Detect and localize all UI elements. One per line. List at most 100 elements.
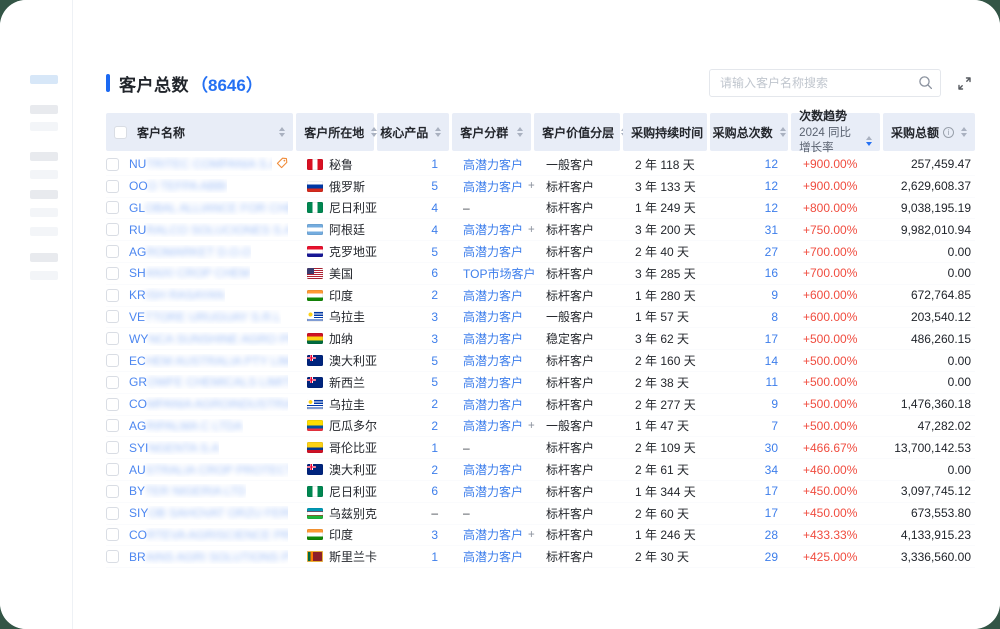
core-products-count[interactable]: 6 [431, 484, 438, 498]
customer-name-link[interactable]: SYINGENTA S.A [129, 441, 219, 455]
row-checkbox[interactable] [106, 550, 119, 563]
customer-name-link[interactable]: BYTER NIGERIA LTD [129, 484, 246, 498]
purchase-count[interactable]: 27 [714, 241, 792, 262]
search-input[interactable] [709, 69, 941, 97]
purchase-count[interactable]: 34 [714, 459, 792, 480]
row-checkbox[interactable] [106, 441, 119, 454]
row-checkbox[interactable] [106, 485, 119, 498]
core-products-count[interactable]: 5 [431, 375, 438, 389]
select-all-checkbox[interactable] [114, 126, 127, 139]
customer-name-link[interactable]: ECHEM AUSTRALIA PTY LIMITED [129, 354, 288, 368]
segment-link[interactable]: – [463, 201, 470, 215]
row-checkbox[interactable] [106, 267, 119, 280]
segment-link[interactable]: – [463, 441, 470, 455]
row-checkbox[interactable] [106, 528, 119, 541]
column-header-segment[interactable]: 客户分群 [452, 113, 531, 151]
segment-link[interactable]: 高潜力客户 [463, 374, 523, 391]
purchase-count[interactable]: 9 [714, 285, 792, 306]
customer-name-link[interactable]: SHANXI CROP CHEM [129, 266, 250, 280]
segment-link[interactable]: – [463, 506, 470, 520]
core-products-count[interactable]: 1 [431, 550, 438, 564]
row-checkbox[interactable] [106, 245, 119, 258]
row-checkbox[interactable] [106, 419, 119, 432]
segment-link[interactable]: 高潜力客户 [463, 417, 523, 434]
core-products-count[interactable]: 4 [431, 201, 438, 215]
core-products-count[interactable]: 1 [431, 157, 438, 171]
purchase-count[interactable]: 30 [714, 437, 792, 458]
row-checkbox[interactable] [106, 354, 119, 367]
purchase-count[interactable]: 12 [714, 176, 792, 197]
customer-name-link[interactable]: GLOBAL ALLIANCE FOR CHEMICA... [129, 201, 288, 215]
sidebar-skeleton-item[interactable] [30, 170, 58, 179]
purchase-count[interactable]: 16 [714, 263, 792, 284]
row-checkbox[interactable] [106, 289, 119, 302]
segment-link[interactable]: 高潜力客户 [463, 396, 523, 413]
info-icon[interactable]: i [943, 127, 954, 138]
row-checkbox[interactable] [106, 158, 119, 171]
column-header-count[interactable]: 采购总次数 [710, 113, 788, 151]
column-header-products[interactable]: 核心产品 [377, 113, 449, 151]
purchase-count[interactable]: 31 [714, 219, 792, 240]
row-checkbox[interactable] [106, 507, 119, 520]
sidebar-skeleton-item[interactable] [30, 122, 58, 131]
core-products-count[interactable]: 3 [431, 528, 438, 542]
purchase-count[interactable]: 14 [714, 350, 792, 371]
sidebar-skeleton-item[interactable] [30, 152, 58, 161]
sidebar-skeleton-item[interactable] [30, 253, 58, 262]
core-products-count[interactable]: 2 [431, 397, 438, 411]
core-products-count[interactable]: 4 [431, 223, 438, 237]
segment-link[interactable]: 高潜力客户 [463, 308, 523, 325]
core-products-count[interactable]: 2 [431, 463, 438, 477]
row-checkbox[interactable] [106, 180, 119, 193]
sidebar-skeleton-item[interactable] [30, 208, 58, 217]
row-checkbox[interactable] [106, 201, 119, 214]
row-checkbox[interactable] [106, 310, 119, 323]
core-products-count[interactable]: 6 [431, 266, 438, 280]
segment-link[interactable]: 高潜力客户 [463, 526, 523, 543]
column-header-amount[interactable]: 采购总额i [883, 113, 975, 151]
core-products-count[interactable]: 2 [431, 288, 438, 302]
sidebar-skeleton-item[interactable] [30, 105, 58, 114]
segment-link[interactable]: TOP市场客户 [463, 265, 535, 282]
customer-name-link[interactable]: WYNCA SUNSHINE AGRO PRODU... [129, 332, 288, 346]
sidebar-skeleton-item[interactable] [30, 271, 58, 280]
purchase-count[interactable]: 12 [714, 198, 792, 219]
core-products-count[interactable]: 5 [431, 245, 438, 259]
customer-name-link[interactable]: RURALCO SOLUCIONES S.A [129, 223, 288, 237]
customer-name-link[interactable]: AUSTRALIA CROP PROTECTIONP... [129, 463, 288, 477]
purchase-count[interactable]: 11 [714, 372, 792, 393]
column-header-tier[interactable]: 客户价值分层 [534, 113, 620, 151]
row-checkbox[interactable] [106, 223, 119, 236]
segment-link[interactable]: 高潜力客户 [463, 221, 523, 238]
segment-link[interactable]: 高潜力客户 [463, 548, 523, 565]
core-products-count[interactable]: 5 [431, 354, 438, 368]
customer-name-link[interactable]: KRISH RASAYAN [129, 288, 225, 302]
customer-name-link[interactable]: CORTEVA AGRISCIENCE PRIVATE ... [129, 528, 288, 542]
purchase-count[interactable]: 28 [714, 525, 792, 546]
purchase-count[interactable]: 9 [714, 394, 792, 415]
purchase-count[interactable]: 17 [714, 328, 792, 349]
purchase-count[interactable]: 12 [714, 154, 792, 175]
segment-link[interactable]: 高潜力客户 [463, 178, 523, 195]
purchase-count[interactable]: 17 [714, 503, 792, 524]
core-products-count[interactable]: 1 [431, 441, 438, 455]
row-checkbox[interactable] [106, 463, 119, 476]
segment-link[interactable]: 高潜力客户 [463, 352, 523, 369]
core-products-count[interactable]: 5 [431, 179, 438, 193]
column-header-location[interactable]: 客户所在地 [296, 113, 374, 151]
column-header-duration[interactable]: 采购持续时间 [623, 113, 707, 151]
sidebar-skeleton-item[interactable] [30, 227, 58, 236]
sidebar-skeleton-item[interactable] [30, 75, 58, 84]
column-header-name[interactable]: 客户名称 [106, 113, 293, 151]
segment-link[interactable]: 高潜力客户 [463, 287, 523, 304]
core-products-count[interactable]: 2 [431, 419, 438, 433]
sidebar-skeleton-item[interactable] [30, 190, 58, 199]
customer-name-link[interactable]: COMPANIA AGROINDUSTRIALR... [129, 397, 288, 411]
core-products-count[interactable]: – [431, 506, 438, 520]
purchase-count[interactable]: 17 [714, 481, 792, 502]
customer-name-link[interactable]: OOO TEFPA ABBI [129, 179, 227, 193]
customer-name-link[interactable]: AGROMARKET D.O.O [129, 245, 251, 259]
customer-name-link[interactable]: VETTORE URUGUAY S.R.L [129, 310, 281, 324]
segment-link[interactable]: 高潜力客户 [463, 330, 523, 347]
core-products-count[interactable]: 3 [431, 310, 438, 324]
